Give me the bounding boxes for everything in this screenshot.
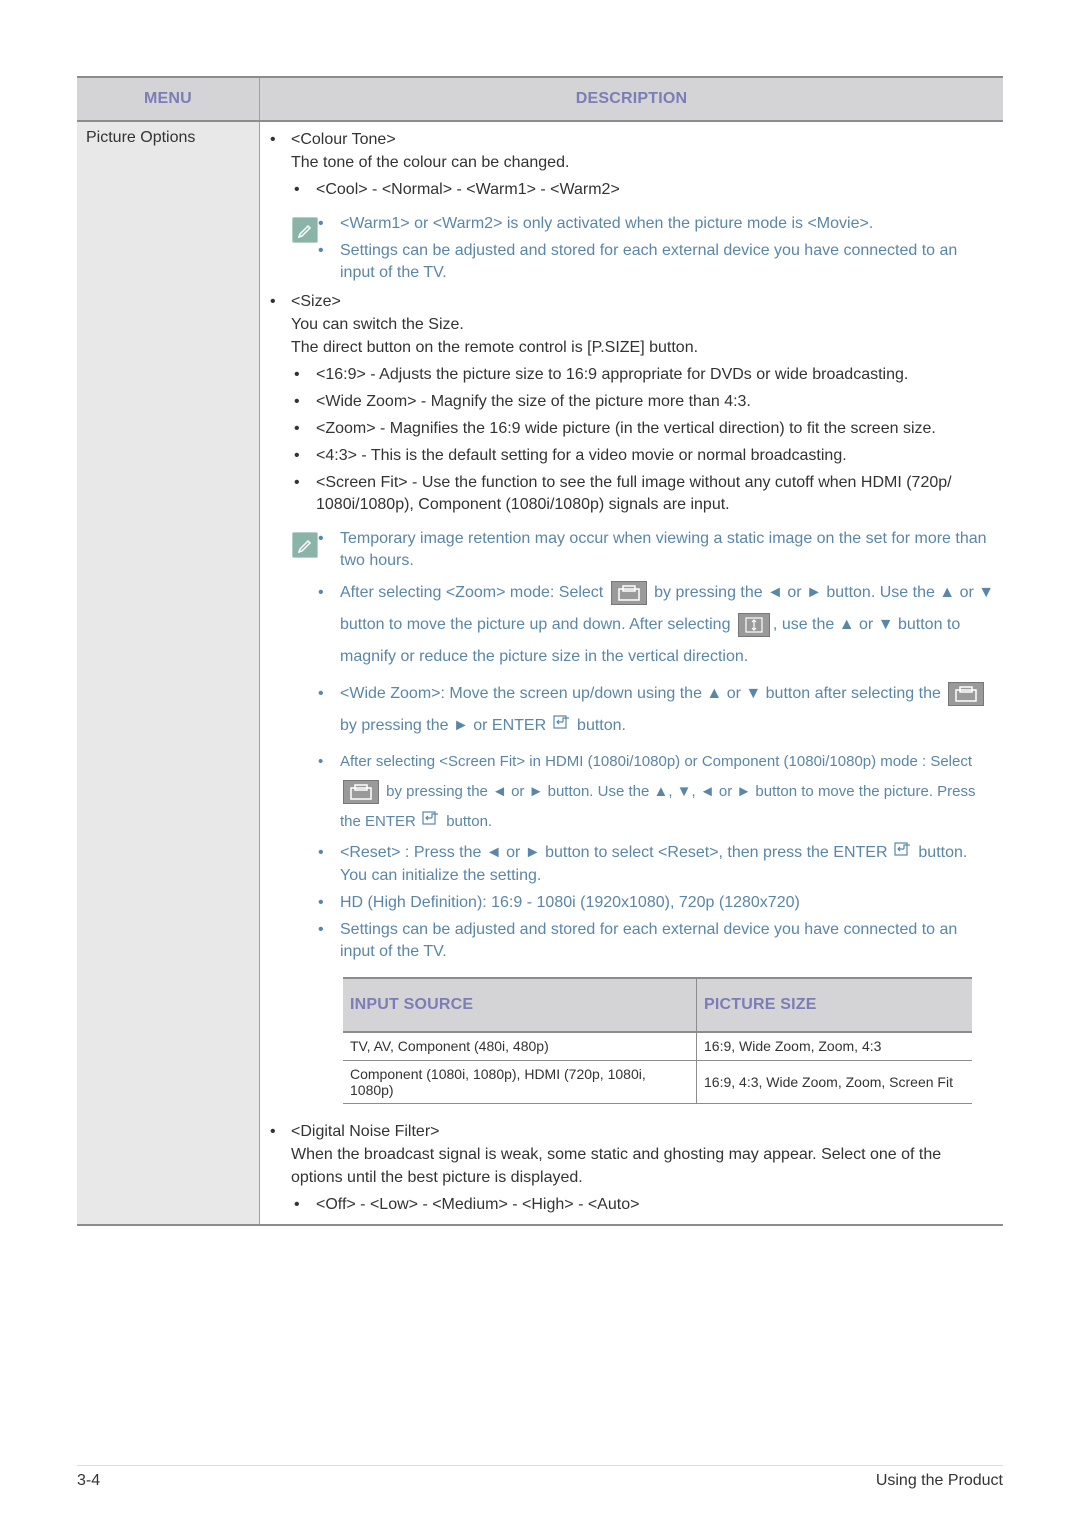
size-desc-2: The direct button on the remote control … [291,339,699,356]
col-header-picture-size: Picture Size [696,976,972,1033]
table-row: Component (1080i, 1080p), HDMI (720p, 10… [343,1060,972,1104]
menu-item-picture-options: Picture Options [77,121,260,1226]
note-block-size: Temporary image retention may occur when… [268,528,995,963]
colour-tone-options: <Cool> - <Normal> - <Warm1> - <Warm2> [268,179,995,201]
table-row: TV, AV, Component (480i, 480p) 16:9, Wid… [343,1031,972,1061]
note-hd: HD (High Definition): 16:9 - 1080i (1920… [316,892,995,914]
note-settings-stored: Settings can be adjusted and stored for … [316,240,995,284]
colour-tone-title: <Colour Tone> [268,128,995,151]
footer-divider [77,1465,1003,1466]
enter-icon [422,807,440,837]
page-number: 3-4 [77,1472,101,1489]
vertical-size-button-icon [737,612,770,637]
size-option-screen-fit: <Screen Fit> - Use the function to see t… [268,472,995,516]
size-option-wide-zoom: <Wide Zoom> - Magnify the size of the pi… [268,391,995,413]
size-option-zoom: <Zoom> - Magnifies the 16:9 wide picture… [268,418,995,440]
header-description: DESCRIPTION [259,76,1003,122]
size-option-4-3: <4:3> - This is the default setting for … [268,445,995,467]
note-block-colour-tone: <Warm1> or <Warm2> is only activated whe… [268,213,995,284]
size-desc-1: You can switch the Size. [291,316,464,333]
dnf-title: <Digital Noise Filter> [268,1120,995,1143]
size-title: <Size> [268,290,995,313]
picture-size-table: Input Source Picture Size TV, AV, Compon… [343,976,972,1104]
note-wide-zoom: <Wide Zoom>: Move the screen up/down usi… [316,678,995,742]
note-pencil-icon [292,532,318,558]
colour-tone-desc: The tone of the colour can be changed. [291,154,570,171]
note-warm-movie: <Warm1> or <Warm2> is only activated whe… [316,213,995,235]
note-reset: <Reset> : Press the ◄ or ► button to sel… [316,842,995,886]
section-name: Using the Product [875,1472,1003,1489]
position-button-icon [610,580,647,605]
note-screen-fit: After selecting <Screen Fit> in HDMI (10… [316,747,995,837]
note-pencil-icon [292,217,318,243]
note-zoom-mode: After selecting <Zoom> mode: Select by p… [316,577,995,673]
description-cell: <Colour Tone> The tone of the colour can… [259,121,1003,1226]
note-settings-stored-2: Settings can be adjusted and stored for … [316,919,995,963]
menu-description-table: MENU DESCRIPTION Picture Options <Colour… [77,76,1003,1226]
col-header-input-source: Input Source [343,976,697,1033]
enter-icon [894,842,912,864]
dnf-desc: When the broadcast signal is weak, some … [291,1145,942,1186]
enter-icon [552,710,571,742]
note-image-retention: Temporary image retention may occur when… [316,528,995,572]
size-option-16-9: <16:9> - Adjusts the picture size to 16:… [268,364,995,386]
header-menu: MENU [77,76,260,122]
page-content: MENU DESCRIPTION Picture Options <Colour… [77,76,1003,1226]
position-button-icon [343,780,379,805]
dnf-options: <Off> - <Low> - <Medium> - <High> - <Aut… [268,1194,995,1216]
position-button-icon [948,681,985,706]
